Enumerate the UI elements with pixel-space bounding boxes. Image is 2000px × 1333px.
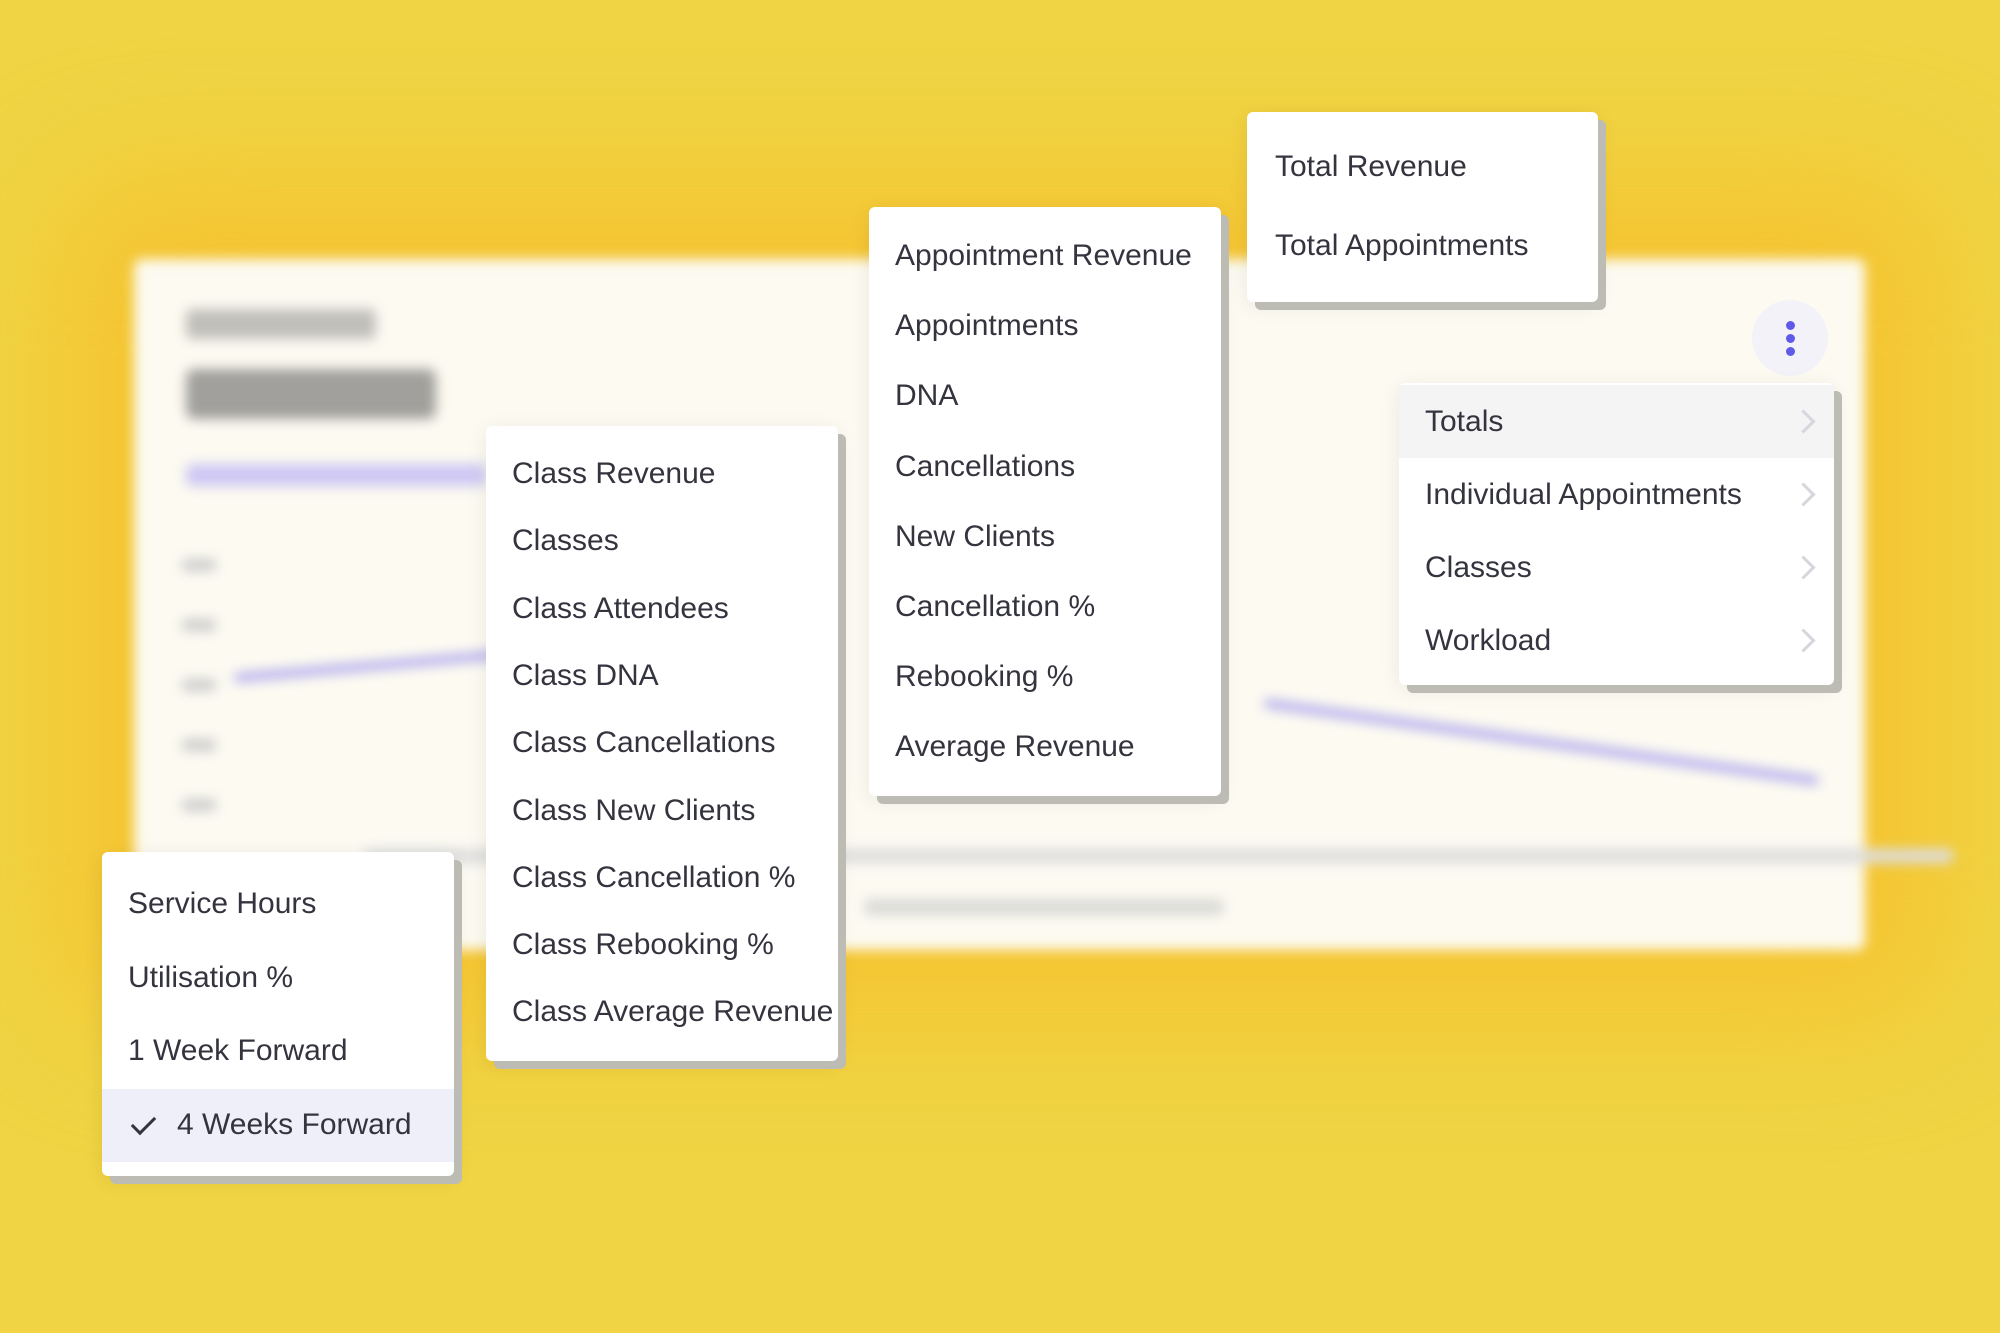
- menu-item-classes[interactable]: Classes: [1399, 531, 1834, 604]
- menu-item-class-rebooking[interactable]: Class Rebooking %: [486, 915, 838, 975]
- menu-item-label: Service Hours: [128, 887, 317, 920]
- blurred-y-tick: [182, 559, 216, 571]
- menu-item-label: Rebooking %: [895, 660, 1074, 694]
- chevron-right-icon: [1791, 482, 1816, 507]
- menu-item-label: New Clients: [895, 519, 1056, 553]
- menu-item-label: Cancellations: [895, 449, 1076, 483]
- menu-item-label: Class Revenue: [512, 457, 716, 490]
- menu-item-service-hours[interactable]: Service Hours: [102, 868, 454, 941]
- menu-item-label: Total Appointments: [1275, 229, 1529, 262]
- menu-item-workload[interactable]: Workload: [1399, 604, 1834, 677]
- chevron-right-icon: [1791, 409, 1816, 434]
- menu-item-total-appointments[interactable]: Total Appointments: [1247, 215, 1598, 277]
- menu-item-rebooking[interactable]: Rebooking %: [869, 646, 1221, 708]
- menu-item-label: Class Cancellations: [512, 726, 776, 760]
- menu-item-class-dna[interactable]: Class DNA: [486, 646, 838, 706]
- dot: [1785, 333, 1795, 343]
- blurred-y-tick: [182, 739, 216, 751]
- menu-item-label: Utilisation %: [128, 960, 294, 994]
- menu-item-cancellation[interactable]: Cancellation %: [869, 576, 1221, 638]
- chevron-right-icon: [1791, 628, 1816, 653]
- blurred-card-subtitle: [186, 464, 486, 486]
- blurred-y-tick: [182, 619, 216, 631]
- menu-item-label: Workload: [1425, 623, 1552, 657]
- blurred-card-value: [186, 369, 436, 419]
- menu-item-label: 1 Week Forward: [128, 1034, 348, 1068]
- menu-item-label: Appointment Revenue: [895, 239, 1192, 272]
- menu-item-individual-appointments[interactable]: Individual Appointments: [1399, 458, 1834, 531]
- blurred-chart-legend: [864, 899, 1224, 915]
- menu-item-cancellations[interactable]: Cancellations: [869, 436, 1221, 498]
- menu-item-label: DNA: [895, 379, 959, 413]
- menu-item-label: Class Rebooking %: [512, 928, 774, 962]
- menu-item-label: Class Cancellation %: [512, 860, 796, 894]
- blurred-card-title: [186, 309, 376, 339]
- menu-item-label: Classes: [1425, 550, 1532, 584]
- menu-item-1-week-forward[interactable]: 1 Week Forward: [102, 1015, 454, 1088]
- menu-item-label: Cancellation %: [895, 590, 1096, 623]
- menu-item-new-clients[interactable]: New Clients: [869, 506, 1221, 568]
- blurred-y-tick: [182, 799, 216, 811]
- menu-item-average-revenue[interactable]: Average Revenue: [869, 716, 1221, 778]
- more-vertical-icon: [1785, 320, 1795, 330]
- menu-item-label: Class New Clients: [512, 793, 756, 827]
- menu-item-totals[interactable]: Totals: [1399, 385, 1834, 458]
- menu-item-label: Class DNA: [512, 658, 659, 692]
- menu-item-total-revenue[interactable]: Total Revenue: [1247, 136, 1598, 198]
- menu-item-dna[interactable]: DNA: [869, 365, 1221, 427]
- menu-item-classes[interactable]: Classes: [486, 511, 838, 571]
- menu-item-4-weeks-forward[interactable]: 4 Weeks Forward: [102, 1088, 454, 1162]
- blurred-y-tick: [182, 679, 216, 691]
- menu-item-label: 4 Weeks Forward: [177, 1108, 412, 1142]
- menu-item-appointment-revenue[interactable]: Appointment Revenue: [869, 225, 1221, 287]
- menu-item-label: Class Average Revenue: [512, 995, 834, 1029]
- chevron-right-icon: [1791, 555, 1816, 580]
- individual-appointments-submenu: Appointment Revenue Appointments DNA Cancel…: [869, 207, 1221, 796]
- menu-item-label: Individual Appointments: [1425, 477, 1742, 511]
- workload-submenu: Service Hours Utilisation % 1 Week Forward…: [102, 852, 454, 1176]
- menu-item-class-cancellation[interactable]: Class Cancellation %: [486, 848, 838, 908]
- menu-item-label: Appointments: [895, 309, 1079, 343]
- menu-item-utilisation[interactable]: Utilisation %: [102, 941, 454, 1014]
- more-options-button[interactable]: [1752, 300, 1828, 376]
- totals-submenu: Total Revenue Total Appointments: [1247, 112, 1598, 302]
- menu-item-label: Average Revenue: [895, 730, 1135, 764]
- dot: [1785, 346, 1795, 356]
- menu-item-appointments[interactable]: Appointments: [869, 295, 1221, 357]
- menu-item-class-revenue[interactable]: Class Revenue: [486, 444, 838, 504]
- menu-item-label: Total Revenue: [1275, 150, 1467, 183]
- menu-item-class-average-revenue[interactable]: Class Average Revenue: [486, 982, 838, 1042]
- blurred-chart-line: [1263, 699, 1820, 785]
- menu-item-class-attendees[interactable]: Class Attendees: [486, 579, 838, 639]
- menu-item-class-cancellations[interactable]: Class Cancellations: [486, 713, 838, 773]
- chart-type-menu: Totals Individual Appointments Classes W…: [1399, 383, 1834, 685]
- menu-item-label: Classes: [512, 524, 619, 558]
- menu-item-label: Totals: [1425, 404, 1504, 438]
- classes-submenu: Class Revenue Classes Class Attendees Class…: [486, 426, 838, 1061]
- check-icon: [130, 1109, 157, 1135]
- menu-item-class-new-clients[interactable]: Class New Clients: [486, 781, 838, 841]
- menu-item-label: Class Attendees: [512, 591, 729, 625]
